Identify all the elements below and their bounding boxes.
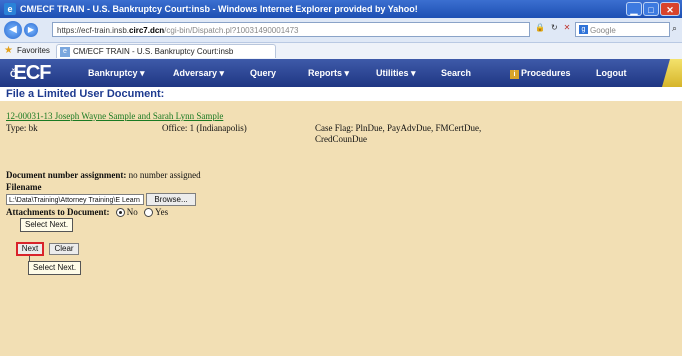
- address-actions: 🔒 ↻ ✕: [535, 23, 570, 32]
- maximize-button[interactable]: □: [643, 2, 659, 16]
- next-button[interactable]: Next: [16, 242, 44, 256]
- attach-yes-label: Yes: [154, 207, 169, 217]
- procedures-icon: i: [510, 70, 519, 79]
- attachments-row: Attachments to Document: No Yes: [6, 207, 169, 218]
- tab-page-icon: e: [60, 47, 70, 57]
- address-host: https://ecf-train.insb.: [57, 26, 130, 35]
- ecf-logo-prefix: Č: [10, 69, 16, 79]
- menu-utilities[interactable]: Utilities ▾: [376, 68, 416, 79]
- search-icon[interactable]: ⌕: [672, 23, 677, 34]
- refresh-icon[interactable]: ↻: [551, 23, 558, 32]
- back-button[interactable]: ◀: [4, 21, 22, 39]
- menu-search[interactable]: Search: [441, 68, 471, 78]
- search-input[interactable]: g Google: [575, 22, 670, 37]
- favorites-bar: ★ Favorites e CM/ECF TRAIN - U.S. Bankru…: [0, 43, 682, 60]
- doc-number-value: no number assigned: [128, 170, 201, 180]
- menu-procedures-label: Procedures: [521, 68, 571, 78]
- address-host-bold: circ7.dcn: [129, 26, 165, 35]
- close-button[interactable]: ✕: [660, 2, 680, 16]
- browser-tab[interactable]: e CM/ECF TRAIN - U.S. Bankruptcy Court:i…: [56, 44, 276, 58]
- tab-label: CM/ECF TRAIN - U.S. Bankruptcy Court:ins…: [73, 47, 234, 56]
- doc-number-assignment: Document number assignment: no number as…: [6, 170, 201, 180]
- favorites-star-icon[interactable]: ★: [4, 45, 13, 56]
- lock-icon[interactable]: 🔒: [535, 23, 545, 32]
- instruction-callout: Select Next.: [20, 218, 74, 232]
- minimize-button[interactable]: ▁: [626, 2, 642, 16]
- menu-query[interactable]: Query: [250, 68, 276, 78]
- window-controls: ▁ □ ✕: [626, 2, 680, 16]
- search-placeholder: Google: [590, 26, 616, 35]
- stop-icon[interactable]: ✕: [564, 23, 571, 32]
- case-type: Type: bk: [6, 123, 38, 133]
- address-bar[interactable]: https://ecf-train.insb.circ7.dcn/cgi-bin…: [52, 22, 530, 37]
- search-provider-icon: g: [579, 25, 588, 34]
- filename-field[interactable]: L:\Data\Training\Attorney Training\E Lea…: [6, 194, 144, 205]
- doc-number-label: Document number assignment:: [6, 170, 127, 180]
- page-title: File a Limited User Document:: [0, 87, 682, 101]
- filename-label: Filename: [6, 182, 42, 192]
- menu-bankruptcy[interactable]: Bankruptcy ▾: [88, 68, 145, 79]
- ecf-logo: ČECF: [10, 62, 52, 85]
- menu-reports[interactable]: Reports ▾: [308, 68, 349, 79]
- attachments-label: Attachments to Document:: [6, 207, 110, 217]
- main-content: 12-00031-13 Joseph Wayne Sample and Sara…: [0, 101, 682, 356]
- help-corner-icon[interactable]: [662, 59, 682, 87]
- case-link[interactable]: 12-00031-13 Joseph Wayne Sample and Sara…: [6, 111, 223, 121]
- favorites-label[interactable]: Favorites: [17, 46, 50, 55]
- browse-button[interactable]: Browse...: [146, 193, 196, 206]
- ecf-logo-text: ECF: [13, 62, 52, 84]
- attach-no-label: No: [126, 207, 138, 217]
- address-path: /cgi-bin/Dispatch.pl?10031490001473: [164, 26, 299, 35]
- next-callout: Select Next.: [28, 261, 82, 275]
- attach-no-radio[interactable]: [115, 208, 125, 218]
- menu-adversary[interactable]: Adversary ▾: [173, 68, 224, 79]
- browser-window: e CM/ECF TRAIN - U.S. Bankruptcy Court:i…: [0, 0, 682, 356]
- case-office: Office: 1 (Indianapolis): [162, 123, 247, 133]
- window-title: CM/ECF TRAIN - U.S. Bankruptcy Court:ins…: [20, 4, 418, 14]
- menu-procedures[interactable]: i Procedures: [510, 68, 571, 79]
- ecf-menubar: ČECF Bankruptcy ▾ Adversary ▾ Query Repo…: [0, 59, 682, 87]
- menu-logout[interactable]: Logout: [596, 68, 627, 78]
- title-bar: e CM/ECF TRAIN - U.S. Bankruptcy Court:i…: [0, 0, 682, 18]
- clear-button[interactable]: Clear: [49, 243, 79, 255]
- attach-yes-radio[interactable]: [143, 208, 153, 218]
- address-row: ◀ ▶ https://ecf-train.insb.circ7.dcn/cgi…: [0, 18, 682, 43]
- forward-button[interactable]: ▶: [24, 23, 38, 37]
- ie-icon: e: [4, 3, 16, 15]
- case-flag: Case Flag: PlnDue, PayAdvDue, FMCertDue,…: [315, 123, 482, 144]
